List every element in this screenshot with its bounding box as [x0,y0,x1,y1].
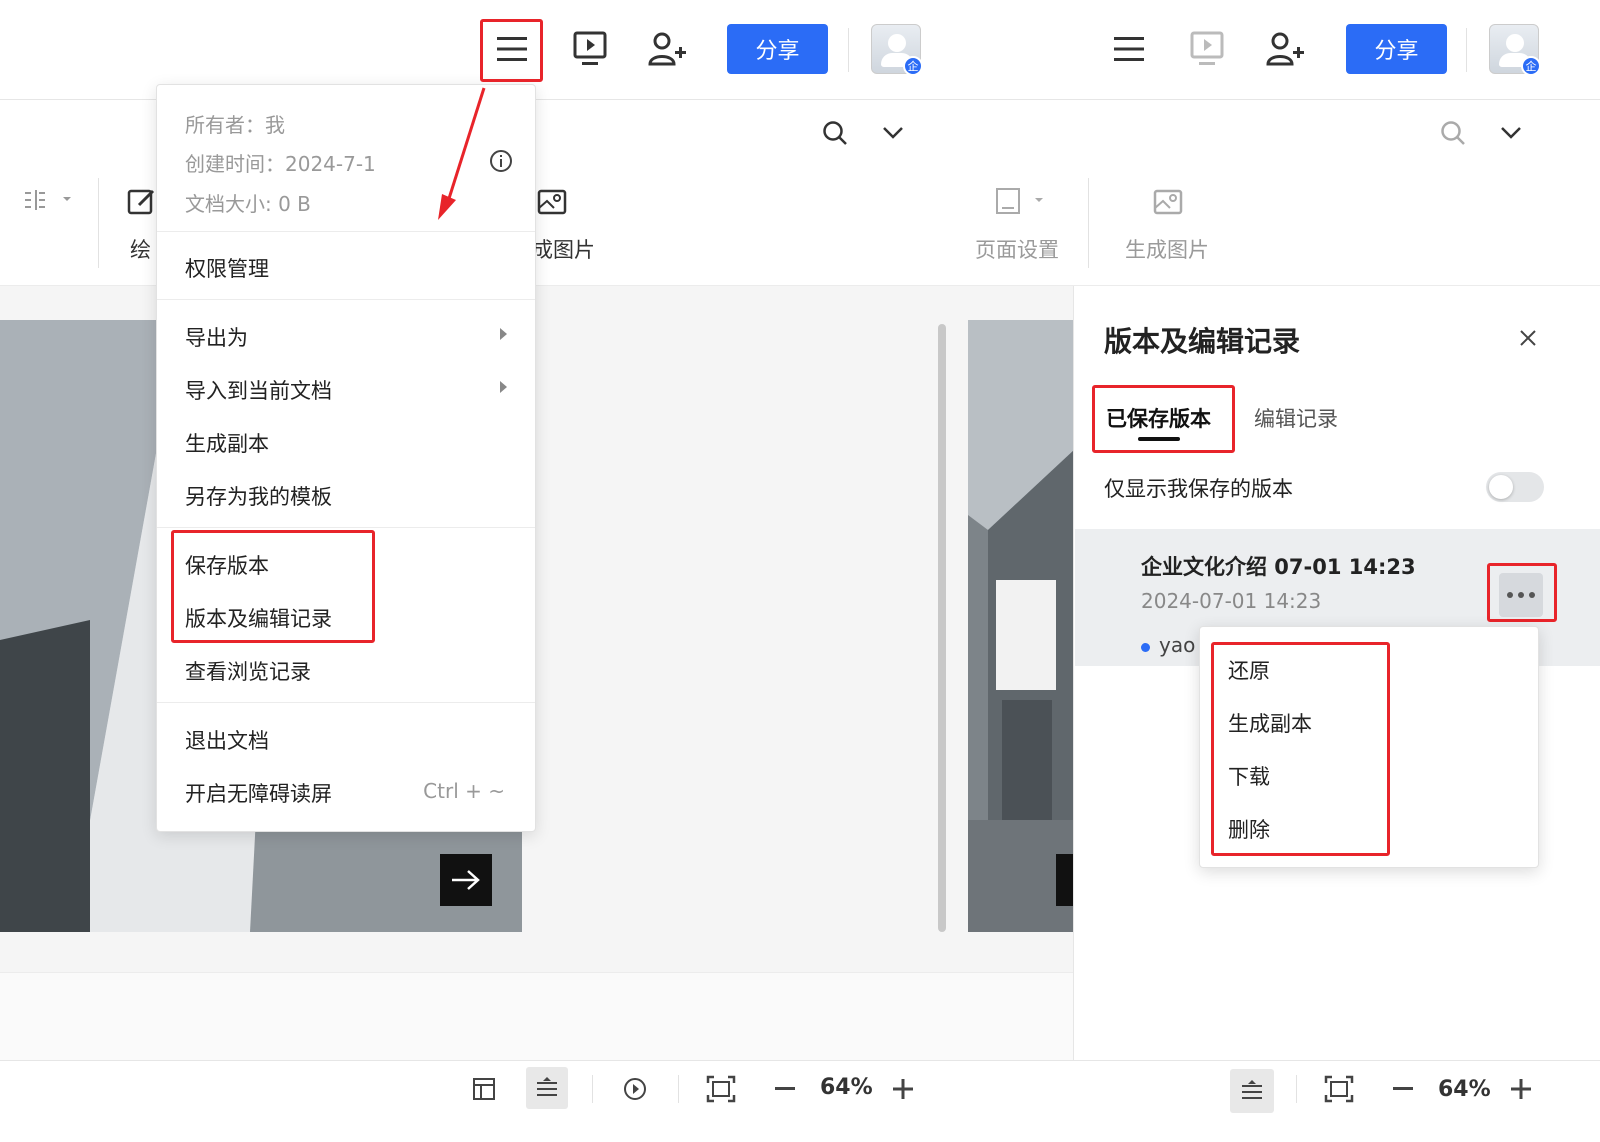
menu-item-view-history[interactable]: 查看浏览记录 [185,656,311,686]
fit-screen-icon[interactable] [1322,1073,1356,1105]
header-divider [848,28,849,72]
zoom-level[interactable]: 64% [1438,1077,1491,1102]
search-icon[interactable] [1436,116,1470,150]
annotation-arrow [438,87,486,220]
created-info: 创建时间：2024-7-1 [185,152,376,176]
page-setup-label: 页面设置 [975,238,1059,262]
menu-item-import[interactable]: 导入到当前文档 [185,375,332,405]
top-header: 分享 企 [968,0,1600,100]
menu-item-accessibility[interactable]: 开启无障碍读屏 [185,778,332,808]
toolbar: 页面设置 生成图片 [968,100,1600,286]
info-icon[interactable] [487,147,515,175]
next-slide-button[interactable] [1056,854,1074,906]
notes-area[interactable] [0,972,968,1060]
chevron-down-icon[interactable] [876,118,910,148]
status-bar: 64% [0,1060,968,1142]
menu-item-permissions[interactable]: 权限管理 [185,253,269,283]
submenu-arrow-icon [500,381,507,393]
notes-toggle-icon[interactable] [526,1067,568,1109]
accessibility-shortcut: Ctrl + ~ [423,779,505,803]
generate-image-icon[interactable] [536,186,568,218]
left-screenshot-pane: 分享 企 绘 成图片 64% 所有者：我 创建时间：2024-7-1 文档大小:… [0,0,968,1142]
only-mine-label: 仅显示我保存的版本 [1104,477,1293,501]
align-columns-icon[interactable] [20,186,74,214]
generate-image-icon[interactable] [1152,186,1184,218]
highlight-more-button [1487,563,1557,622]
menu-divider [157,231,535,232]
draw-label: 绘 [130,238,151,262]
slide-thumbnail [968,320,1074,932]
header-divider [1466,28,1467,72]
menu-divider [157,702,535,703]
right-screenshot-pane: 分享 企 页面设置 生成图片 64% 版本及编辑记录 已保存版本 编辑记录 仅显… [968,0,1600,1142]
avatar[interactable]: 企 [1489,24,1541,76]
generate-image-label: 成图片 [532,238,595,262]
menu-item-save-as-template[interactable]: 另存为我的模板 [185,481,332,511]
zoom-out-icon[interactable] [1390,1075,1416,1103]
notes-toggle-icon[interactable] [1230,1069,1274,1113]
toolbar-divider [1088,178,1089,268]
status-divider [678,1075,679,1103]
version-user: yao [1159,633,1196,657]
close-icon[interactable] [1514,324,1542,352]
zoom-in-icon[interactable] [890,1075,916,1103]
generate-image-label: 生成图片 [1125,238,1209,262]
menu-item-exit[interactable]: 退出文档 [185,725,269,755]
search-icon[interactable] [818,116,852,150]
zoom-in-icon[interactable] [1508,1075,1534,1103]
add-collaborator-icon[interactable] [644,28,690,70]
status-bar: 64% [968,1060,1600,1142]
present-icon[interactable] [1185,28,1229,70]
status-divider [1296,1075,1297,1103]
version-name: 企业文化介绍 07-01 14:23 [1141,555,1416,579]
next-slide-button[interactable] [440,854,492,906]
menu-icon[interactable] [1104,26,1154,72]
toolbar-divider [98,178,99,268]
share-button[interactable]: 分享 [1346,24,1447,74]
tab-edit-records[interactable]: 编辑记录 [1254,403,1338,433]
user-dot-icon [1141,643,1150,652]
version-time: 2024-07-01 14:23 [1141,589,1322,613]
zoom-level[interactable]: 64% [820,1075,873,1100]
play-icon[interactable] [621,1075,649,1103]
highlight-menu-button [480,19,543,82]
panel-title: 版本及编辑记录 [1104,325,1301,358]
add-collaborator-icon[interactable] [1262,28,1308,70]
share-button[interactable]: 分享 [727,24,828,74]
menu-divider [157,527,535,528]
highlight-saved-tab [1092,385,1235,453]
fit-screen-icon[interactable] [704,1073,738,1105]
enterprise-badge: 企 [1521,56,1541,76]
submenu-arrow-icon [500,328,507,340]
present-icon[interactable] [568,28,612,70]
enterprise-badge: 企 [903,56,923,76]
vertical-scrollbar[interactable] [938,324,946,932]
owner-info: 所有者：我 [185,113,285,137]
avatar[interactable]: 企 [871,24,923,76]
menu-item-export[interactable]: 导出为 [185,322,248,352]
highlight-context-items [1211,642,1390,856]
size-info: 文档大小: 0 B [185,192,311,216]
menu-divider [157,299,535,300]
draw-icon[interactable] [126,186,158,218]
status-divider [592,1075,593,1103]
page-setup-icon[interactable] [992,186,1046,216]
zoom-out-icon[interactable] [772,1075,798,1103]
highlight-version-items [171,530,375,643]
only-mine-toggle[interactable] [1486,472,1544,502]
layout-icon[interactable] [470,1075,498,1103]
menu-item-duplicate[interactable]: 生成副本 [185,428,269,458]
chevron-down-icon[interactable] [1494,118,1528,148]
